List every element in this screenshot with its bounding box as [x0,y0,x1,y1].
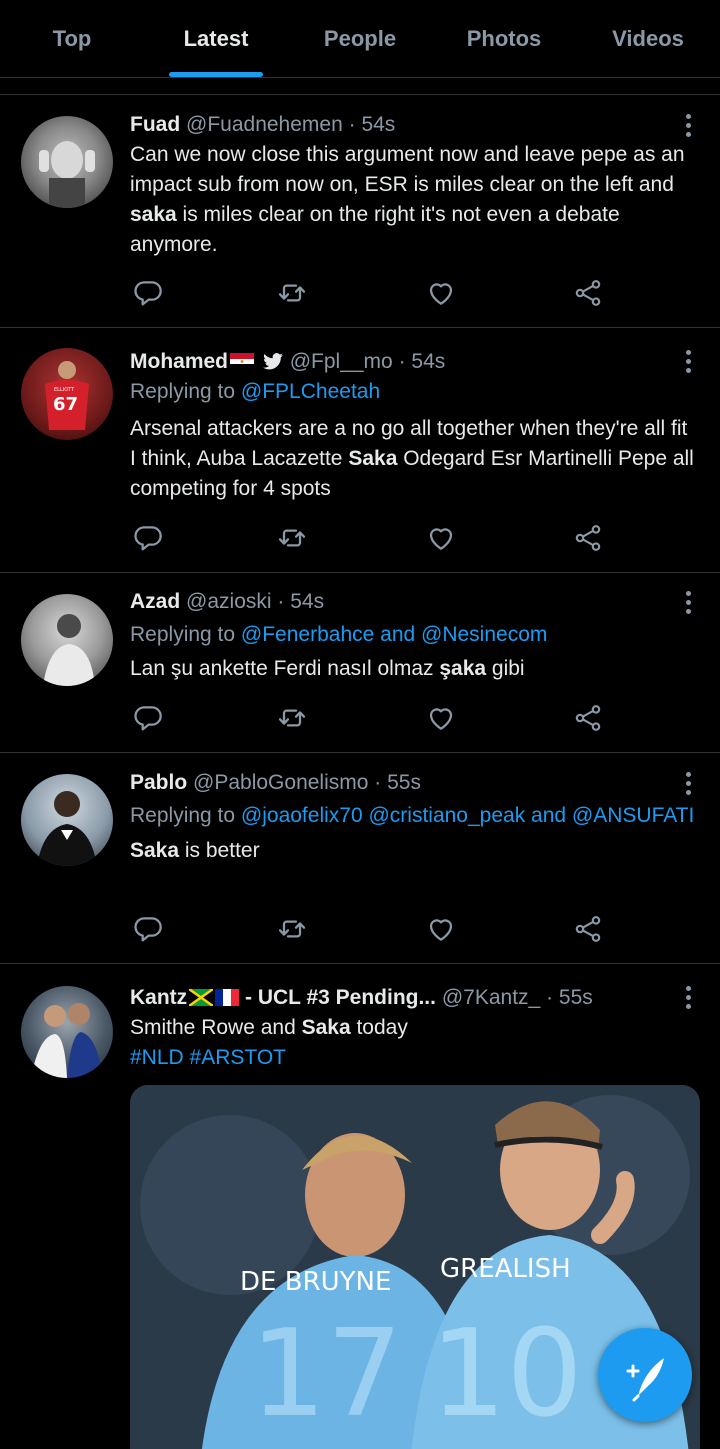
replying-to: Replying to @FPLCheetah [130,380,381,403]
tweet-text: Lan şu ankette Ferdi nasıl olmaz şaka gi… [130,657,525,680]
display-name-suffix[interactable]: - UCL #3 Pending... [239,986,436,1009]
avatar[interactable] [21,774,113,866]
avatar[interactable] [21,986,113,1078]
tweet-text: Saka is better [130,839,260,862]
handle[interactable]: @7Kantz_ [442,986,540,1009]
tweet[interactable]: Azad @azioski · 54s Replying to @Fenerba… [0,573,720,753]
tab-label: Photos [466,26,542,51]
tweet-actions [130,277,610,309]
tab-label: Videos [612,26,684,51]
timestamp: · 54s [277,590,325,613]
tweet-header: Kantz - UCL #3 Pending... @7Kantz_ · 55s [130,983,696,1013]
avatar-image [39,141,95,208]
display-name[interactable]: Pablo [130,771,187,794]
handle[interactable]: @PabloGonelismo [193,771,368,794]
tab-label: Latest [183,26,249,51]
retweet-icon[interactable] [276,702,308,734]
tweet[interactable]: Pablo @PabloGonelismo · 55s Replying to … [0,753,720,964]
like-icon[interactable] [425,913,457,945]
retweet-icon[interactable] [276,913,308,945]
handle[interactable]: @azioski [186,590,272,613]
tweet-text: Arsenal attackers are a no go all togeth… [130,417,694,500]
tab-latest[interactable]: Latest [144,0,288,77]
tab-people[interactable]: People [288,0,432,77]
tweet-text: Can we now close this argument now and l… [130,143,685,256]
tweet-header: Fuad @Fuadnehemen · 54s [130,110,696,140]
twitter-bird-icon [262,353,283,370]
jersey-name: DE BRUYNE [240,1267,391,1297]
tweet-header: Azad @azioski · 54s [130,587,696,617]
reply-icon[interactable] [132,277,164,309]
reply-icon[interactable] [132,913,164,945]
display-name[interactable]: Mohamed [130,350,228,373]
mention-link[interactable]: @joaofelix70 @cristiano_peak and @ANSUFA… [241,804,694,827]
retweet-icon[interactable] [276,277,308,309]
tweet-text: Smithe Rowe and Saka today [130,1016,408,1039]
active-tab-indicator [169,72,263,77]
jersey-name: ELLIOTT [54,387,75,393]
tab-photos[interactable]: Photos [432,0,576,77]
tweet-actions [130,522,610,554]
tweet[interactable]: Fuad @Fuadnehemen · 54s Can we now close… [0,96,720,328]
compose-tweet-button[interactable] [598,1328,692,1422]
mention-link[interactable]: @FPLCheetah [241,380,380,403]
jersey-number: 67 [53,394,78,415]
divider [0,78,720,95]
jersey-name: GREALISH [440,1254,571,1284]
hashtag-links[interactable]: #NLD #ARSTOT [130,1043,696,1073]
jersey-number: 10 [430,1305,583,1444]
handle[interactable]: @Fuadnehemen [186,113,343,136]
share-icon[interactable] [572,913,604,945]
avatar[interactable] [21,116,113,208]
tweet[interactable]: ELLIOTT 67 Mohamed @Fpl__mo · 54s Replyi… [0,328,720,573]
like-icon[interactable] [425,702,457,734]
like-icon[interactable] [425,522,457,554]
display-name[interactable]: Kantz [130,986,187,1009]
avatar-image [37,791,97,866]
tab-top[interactable]: Top [0,0,144,77]
search-tabs: Top Latest People Photos Videos [0,0,720,78]
timestamp: · 54s [398,350,446,373]
tab-label: People [323,26,397,51]
reply-icon[interactable] [132,702,164,734]
avatar-image [43,614,95,686]
display-name[interactable]: Azad [130,590,180,613]
reply-icon[interactable] [132,522,164,554]
replying-to: Replying to @Fenerbahce and @Nesinecom [130,623,548,646]
tweet-actions [130,913,610,945]
france-flag-icon [215,989,240,1006]
mention-link[interactable]: @Fenerbahce and @Nesinecom [241,623,547,646]
more-options-icon[interactable] [686,591,692,618]
handle[interactable]: @Fpl__mo [290,350,393,373]
avatar[interactable]: ELLIOTT 67 [21,348,113,440]
jersey-number: 17 [250,1305,403,1444]
tab-label: Top [52,26,92,51]
more-options-icon[interactable] [686,350,692,377]
egypt-flag-icon [230,353,255,370]
tab-videos[interactable]: Videos [576,0,720,77]
like-icon[interactable] [425,277,457,309]
share-icon[interactable] [572,522,604,554]
avatar-image [31,1003,103,1078]
retweet-icon[interactable] [276,522,308,554]
avatar[interactable] [21,594,113,686]
more-options-icon[interactable] [686,986,692,1013]
tweet-header: Pablo @PabloGonelismo · 55s [130,768,696,798]
more-options-icon[interactable] [686,772,692,799]
jamaica-flag-icon [189,989,214,1006]
share-icon[interactable] [572,277,604,309]
more-options-icon[interactable] [686,114,692,141]
display-name[interactable]: Fuad [130,113,180,136]
replying-to: Replying to @joaofelix70 @cristiano_peak… [130,804,695,827]
timestamp: · 55s [374,771,421,794]
timestamp: · 55s [546,986,593,1009]
compose-tweet-icon [626,1358,664,1402]
share-icon[interactable] [572,702,604,734]
avatar-image: ELLIOTT 67 [45,361,89,430]
tweet-header: Mohamed @Fpl__mo · 54s [130,347,696,377]
timestamp: · 54s [348,113,396,136]
tweet-actions [130,702,610,734]
